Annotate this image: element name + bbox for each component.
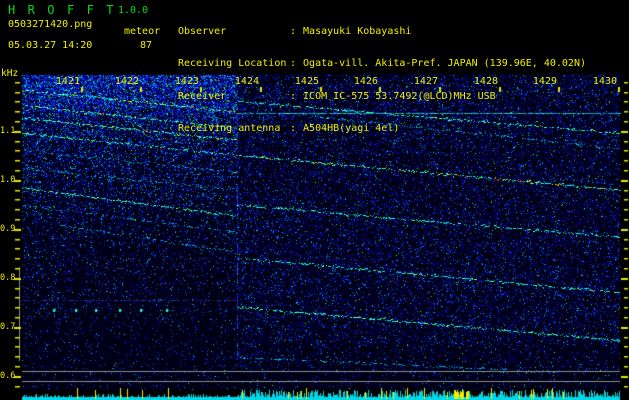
info-label: Receiving antenna <box>178 123 281 135</box>
info-value: Ogata-vill. Akita-Pref. JAPAN (139.96E, … <box>303 58 586 70</box>
y-axis-unit-label: kHz <box>1 68 19 79</box>
y-tick-label: 1.0 <box>0 175 16 185</box>
info-row-location: Receiving Location: Ogata-vill. Akita-Pre… <box>178 59 586 71</box>
info-row-receiver: Receiver: ICOM IC-575 53.7492(@LCD)MHz US… <box>178 90 586 104</box>
x-tick-label: 1427 <box>413 76 438 87</box>
x-tick-label: 1421 <box>55 76 80 87</box>
info-value: A504HB(yagi 4el) <box>303 123 400 135</box>
y-tick-label: 0.6 <box>0 371 16 381</box>
x-tick-label: 1428 <box>473 76 498 87</box>
x-tick-label: 1425 <box>294 76 319 87</box>
hrofft-window: H R O F F T 1.0.0 0503271420.png meteor … <box>0 0 629 400</box>
info-colon: : <box>290 58 297 70</box>
info-label: Receiver <box>178 90 227 102</box>
datetime-label: 05.03.27 14:20 <box>8 40 93 51</box>
info-label: Receiving Location <box>178 58 287 70</box>
y-tick-label: 1.1 <box>0 126 16 136</box>
x-tick-label: 1426 <box>353 76 378 87</box>
mode-label: meteor <box>124 26 161 37</box>
info-value: ICOM IC-575 53.7492(@LCD)MHz USB <box>303 90 496 102</box>
info-colon: : <box>290 90 297 102</box>
app-title: H R O F F T <box>8 3 117 17</box>
info-row-antenna: Receiving antenna: A504HB(yagi 4el) <box>178 124 586 136</box>
version-label: 1.0.0 <box>118 5 149 16</box>
y-tick-label: 0.8 <box>0 273 16 283</box>
x-tick-label: 1429 <box>532 76 557 87</box>
x-tick-label: 1422 <box>114 76 139 87</box>
info-value: Masayuki Kobayashi <box>303 26 412 37</box>
x-tick-label: 1423 <box>174 76 199 87</box>
filename-label: 0503271420.png <box>8 19 93 30</box>
info-row-observer: Observer: Masayuki Kobayashi <box>178 27 586 39</box>
meteor-count: 87 <box>139 40 153 51</box>
info-colon: : <box>290 26 297 37</box>
info-colon: : <box>290 123 297 135</box>
y-tick-label: 0.7 <box>0 322 16 332</box>
x-tick-label: 1430 <box>592 76 617 87</box>
y-tick-label: 0.9 <box>0 224 16 234</box>
info-label: Observer <box>178 26 227 37</box>
x-tick-label: 1424 <box>234 76 259 87</box>
